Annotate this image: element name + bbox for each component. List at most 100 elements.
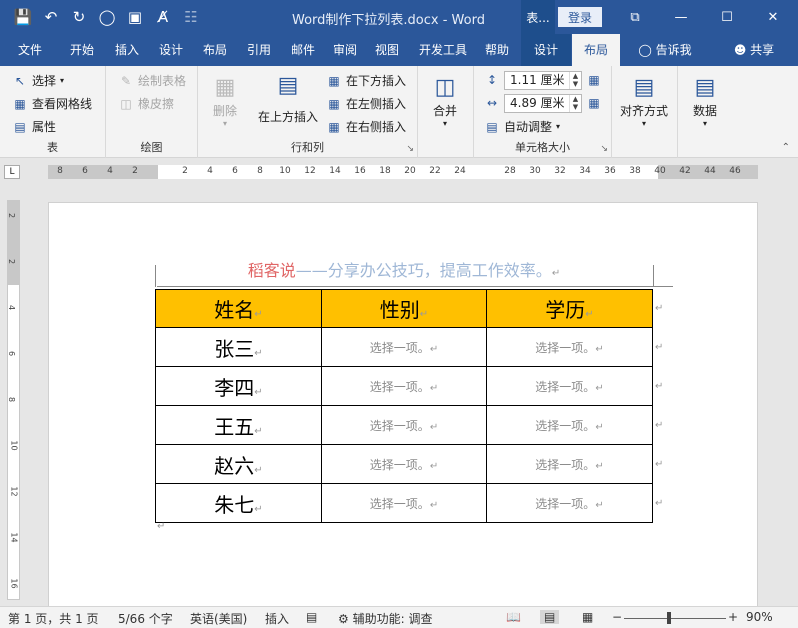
tab-developer[interactable]: 开发工具	[410, 34, 476, 66]
login-button[interactable]: 登录	[558, 7, 602, 27]
gender-dropdown[interactable]: 选择一项。↵	[321, 327, 487, 367]
tab-review[interactable]: 审阅	[322, 34, 368, 66]
page-count[interactable]: 第 1 页，共 1 页	[8, 610, 99, 627]
status-bar: 第 1 页，共 1 页 5/66 个字 英语(美国) 插入 ▤ ⚙ 辅助功能: …	[0, 606, 798, 628]
name-cell[interactable]: 张三↵	[155, 327, 322, 367]
page-header[interactable]: 稻客说——分享办公技巧，提高工作效率。↵	[49, 257, 759, 281]
education-dropdown[interactable]: 选择一项。↵	[486, 366, 653, 406]
zoom-out-button[interactable]: −	[612, 610, 622, 624]
insert-right-button[interactable]: ▦ 在右侧插入	[326, 118, 406, 135]
ruler-number: 4	[207, 166, 213, 176]
draw-table-button[interactable]: ✎ 绘制表格	[118, 72, 186, 89]
data-table[interactable]: 姓名↵ 性别↵ 学历↵ 张三↵ 选择一项。↵ 选择一项。↵ 李四↵ 选择一项。↵…	[155, 289, 653, 523]
row-height-input[interactable]: 1.11 厘米 ▲ ▼	[504, 71, 582, 90]
name-cell[interactable]: 赵六↵	[155, 444, 322, 484]
word-count[interactable]: 5/66 个字	[118, 610, 173, 627]
autofit-button[interactable]: ▤ 自动调整 ▾	[484, 118, 560, 135]
gender-dropdown[interactable]: 选择一项。↵	[321, 483, 487, 523]
merge-button[interactable]: ◫ 合并 ▾	[430, 72, 460, 129]
gender-dropdown[interactable]: 选择一项。↵	[321, 444, 487, 484]
tab-layout[interactable]: 布局	[192, 34, 238, 66]
ribbon-display-options-icon[interactable]: ⧉	[612, 0, 658, 34]
delete-button[interactable]: ▦ 删除 ▾	[210, 72, 240, 129]
table-tools-tab[interactable]: 表...	[521, 0, 555, 34]
zoom-level[interactable]: 90%	[746, 610, 773, 624]
tab-insert[interactable]: 插入	[104, 34, 150, 66]
insert-below-button[interactable]: ▦ 在下方插入	[326, 72, 406, 89]
share-button[interactable]: ☻ 共享	[726, 34, 782, 66]
group-label: 表	[47, 141, 58, 154]
form-icon[interactable]: ▣	[124, 6, 146, 28]
read-mode-icon[interactable]: 📖	[506, 610, 521, 624]
data-button[interactable]: ▤ 数据 ▾	[690, 72, 720, 129]
undo-icon[interactable]: ↶	[40, 6, 62, 28]
tab-view[interactable]: 视图	[364, 34, 410, 66]
properties-button[interactable]: ▤ 属性	[12, 118, 56, 135]
minimize-button[interactable]: —	[658, 0, 704, 34]
horizontal-ruler[interactable]: 8 6 4 2 2 4 6 8 10 12 14 16 18 20 22 24 28 30 32 34 36 38 40 42…	[48, 165, 758, 179]
education-dropdown[interactable]: 选择一项。↵	[486, 327, 653, 367]
maximize-button[interactable]: ☐	[704, 0, 750, 34]
select-button[interactable]: ↖ 选择 ▾	[12, 72, 64, 89]
education-dropdown[interactable]: 选择一项。↵	[486, 444, 653, 484]
tab-mailings[interactable]: 邮件	[280, 34, 326, 66]
education-dropdown[interactable]: 选择一项。↵	[486, 483, 653, 523]
row-end-mark: ↵	[655, 459, 664, 470]
header-cell-education[interactable]: 学历↵	[486, 289, 653, 328]
tell-me[interactable]: ◯ 告诉我	[630, 34, 700, 66]
zoom-in-button[interactable]: +	[728, 610, 738, 624]
name-cell[interactable]: 朱七↵	[155, 483, 322, 523]
dialog-launcher-icon[interactable]: ↘	[406, 144, 414, 154]
pencil-icon: ✎	[120, 73, 132, 88]
name-cell[interactable]: 李四↵	[155, 366, 322, 406]
distribute-rows-icon[interactable]: ▦	[586, 72, 602, 88]
print-layout-icon[interactable]: ▤	[540, 610, 560, 624]
tab-design[interactable]: 设计	[148, 34, 194, 66]
macro-record-icon[interactable]: ▤	[306, 610, 317, 624]
insert-mode[interactable]: 插入	[265, 610, 289, 627]
ruler-number: 46	[729, 166, 741, 176]
person-icon: ☻	[733, 43, 747, 57]
column-width-input[interactable]: 4.89 厘米 ▲ ▼	[504, 94, 582, 113]
education-dropdown[interactable]: 选择一项。↵	[486, 405, 653, 445]
insert-left-button[interactable]: ▦ 在左侧插入	[326, 95, 406, 112]
close-button[interactable]: ✕	[750, 0, 796, 34]
touch-mode-icon[interactable]: ☷	[180, 6, 202, 28]
header-cell-gender[interactable]: 性别↵	[321, 289, 487, 328]
spinner-arrows-icon[interactable]: ▲ ▼	[569, 95, 581, 112]
view-gridlines-button[interactable]: ▦ 查看网格线	[12, 95, 92, 112]
spinner-arrows-icon[interactable]: ▲ ▼	[569, 72, 581, 89]
ruler-number: 2	[182, 166, 188, 176]
language-indicator[interactable]: 英语(美国)	[190, 610, 247, 627]
name-cell[interactable]: 王五↵	[155, 405, 322, 445]
tab-home[interactable]: 开始	[58, 34, 106, 66]
grid-icon: ▦	[14, 96, 26, 111]
tab-file[interactable]: 文件	[6, 34, 54, 66]
tab-selector-icon[interactable]: L	[4, 165, 20, 179]
accessibility-status[interactable]: ⚙ 辅助功能: 调查	[338, 610, 432, 627]
collapse-ribbon-icon[interactable]: ⌃	[782, 142, 790, 153]
header-cell-name[interactable]: 姓名↵	[155, 289, 322, 328]
alignment-button[interactable]: ▤ 对齐方式 ▾	[620, 72, 668, 129]
dialog-launcher-icon[interactable]: ↘	[600, 144, 608, 154]
zoom-slider[interactable]	[624, 618, 726, 619]
document-page[interactable]: 稻客说——分享办公技巧，提高工作效率。↵ 姓名↵ 性别↵ 学历↵ 张三↵ 选择一…	[48, 202, 758, 608]
save-icon[interactable]: 💾	[12, 6, 34, 28]
web-layout-icon[interactable]: ▦	[582, 610, 593, 624]
distribute-columns-icon[interactable]: ▦	[586, 95, 602, 111]
tab-table-design[interactable]: 设计	[521, 34, 571, 66]
vertical-ruler[interactable]: 2 2 4 6 8 10 12 14 16	[7, 200, 20, 600]
tab-table-layout[interactable]: 布局	[572, 34, 620, 66]
gender-dropdown[interactable]: 选择一项。↵	[321, 405, 487, 445]
autofit-icon: ▤	[486, 119, 498, 134]
font-icon[interactable]: A̸	[152, 6, 174, 28]
eraser-button[interactable]: ◫ 橡皮擦	[118, 95, 174, 112]
zoom-slider-thumb[interactable]	[667, 612, 671, 624]
redo-icon[interactable]: ↻	[68, 6, 90, 28]
circle-icon[interactable]: ◯	[96, 6, 118, 28]
gender-dropdown[interactable]: 选择一项。↵	[321, 366, 487, 406]
tab-references[interactable]: 引用	[236, 34, 282, 66]
tab-help[interactable]: 帮助	[474, 34, 520, 66]
insert-above-button[interactable]: ▤ 在上方插入	[258, 70, 318, 125]
ruler-number: 16	[354, 166, 366, 176]
